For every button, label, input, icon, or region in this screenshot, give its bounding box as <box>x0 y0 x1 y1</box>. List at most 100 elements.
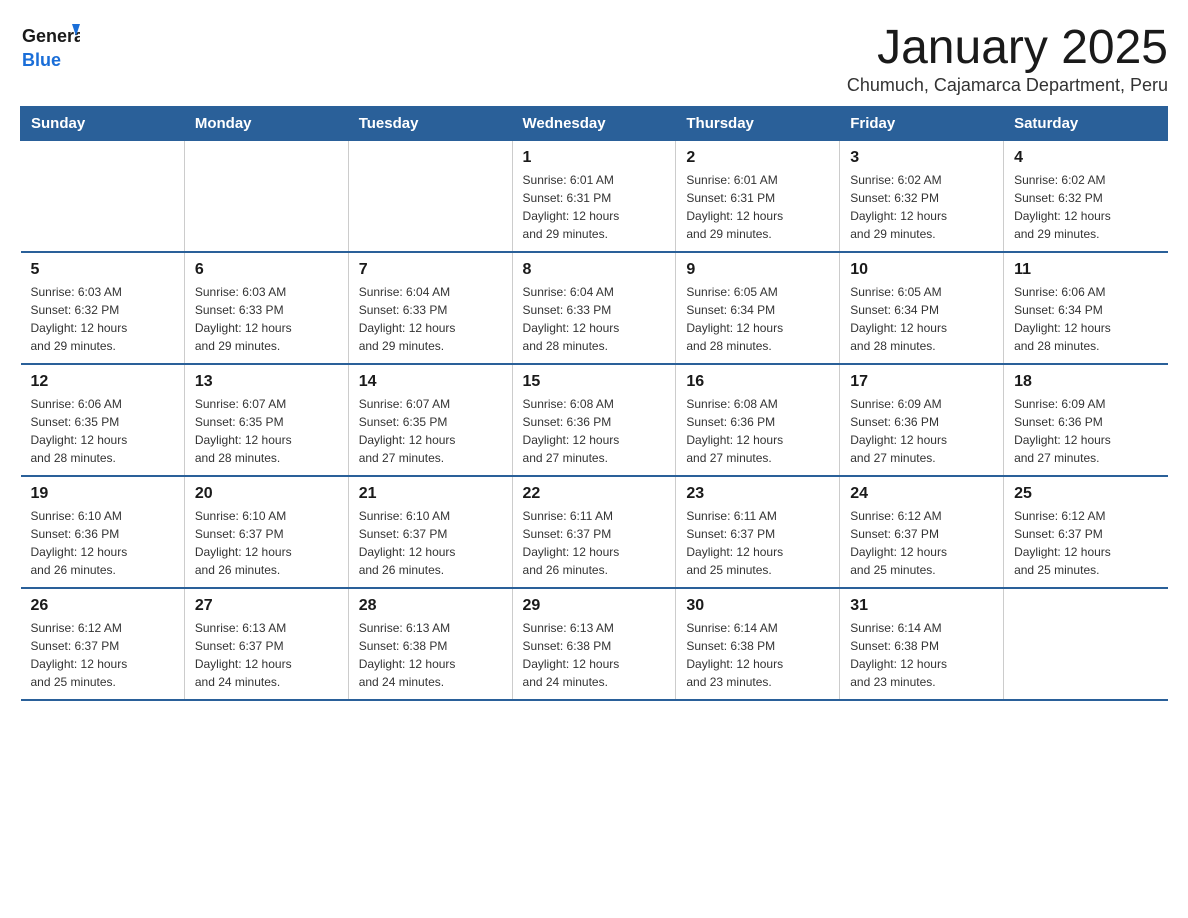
calendar-cell: 30Sunrise: 6:14 AMSunset: 6:38 PMDayligh… <box>676 588 840 700</box>
calendar-cell: 24 Sunrise: 6:12 AMSunset: 6:37 PMDayligh… <box>840 476 1004 588</box>
week-row-5: 26 Sunrise: 6:12 AMSunset: 6:37 PMDayligh… <box>21 588 1168 700</box>
day-info: Sunrise: 6:06 AMSunset: 6:35 PMDaylight:… <box>31 395 174 467</box>
day-number: 2 <box>686 149 829 167</box>
day-number: 24 <box>850 485 993 503</box>
calendar-cell: 3 Sunrise: 6:02 AMSunset: 6:32 PMDaylight… <box>840 141 1004 253</box>
header-monday: Monday <box>184 107 348 141</box>
day-info: Sunrise: 6:09 AMSunset: 6:36 PMDaylight:… <box>850 395 993 467</box>
calendar-cell <box>184 141 348 253</box>
day-info: Sunrise: 6:13 AMSunset: 6:38 PMDaylight:… <box>359 619 502 691</box>
week-row-1: 1 Sunrise: 6:01 AMSunset: 6:31 PMDaylight… <box>21 141 1168 253</box>
header-sunday: Sunday <box>21 107 185 141</box>
calendar-cell: 16 Sunrise: 6:08 AMSunset: 6:36 PMDayligh… <box>676 364 840 476</box>
day-number: 9 <box>686 261 829 279</box>
header-wednesday: Wednesday <box>512 107 676 141</box>
day-info: Sunrise: 6:12 AMSunset: 6:37 PMDaylight:… <box>850 507 993 579</box>
calendar-cell: 20 Sunrise: 6:10 AMSunset: 6:37 PMDayligh… <box>184 476 348 588</box>
day-number: 15 <box>523 373 666 391</box>
day-number: 8 <box>523 261 666 279</box>
day-number: 18 <box>1014 373 1157 391</box>
day-number: 29 <box>523 597 666 615</box>
calendar-cell: 10Sunrise: 6:05 AMSunset: 6:34 PMDayligh… <box>840 252 1004 364</box>
calendar-cell: 18 Sunrise: 6:09 AMSunset: 6:36 PMDayligh… <box>1004 364 1168 476</box>
day-number: 27 <box>195 597 338 615</box>
day-number: 31 <box>850 597 993 615</box>
day-number: 1 <box>523 149 666 167</box>
day-number: 25 <box>1014 485 1157 503</box>
calendar-cell: 6 Sunrise: 6:03 AMSunset: 6:33 PMDaylight… <box>184 252 348 364</box>
day-number: 5 <box>31 261 174 279</box>
day-info: Sunrise: 6:02 AMSunset: 6:32 PMDaylight:… <box>1014 171 1157 243</box>
day-info: Sunrise: 6:05 AMSunset: 6:34 PMDaylight:… <box>850 283 993 355</box>
day-info: Sunrise: 6:08 AMSunset: 6:36 PMDaylight:… <box>523 395 666 467</box>
day-info: Sunrise: 6:10 AMSunset: 6:36 PMDaylight:… <box>31 507 174 579</box>
day-number: 28 <box>359 597 502 615</box>
calendar-cell: 5 Sunrise: 6:03 AMSunset: 6:32 PMDaylight… <box>21 252 185 364</box>
day-number: 23 <box>686 485 829 503</box>
title-area: January 2025 Chumuch, Cajamarca Departme… <box>847 20 1168 96</box>
day-number: 3 <box>850 149 993 167</box>
calendar-cell: 7 Sunrise: 6:04 AMSunset: 6:33 PMDaylight… <box>348 252 512 364</box>
day-number: 7 <box>359 261 502 279</box>
calendar-cell: 14Sunrise: 6:07 AMSunset: 6:35 PMDayligh… <box>348 364 512 476</box>
day-info: Sunrise: 6:03 AMSunset: 6:32 PMDaylight:… <box>31 283 174 355</box>
calendar-cell <box>1004 588 1168 700</box>
calendar-cell: 29Sunrise: 6:13 AMSunset: 6:38 PMDayligh… <box>512 588 676 700</box>
calendar-cell: 9Sunrise: 6:05 AMSunset: 6:34 PMDaylight… <box>676 252 840 364</box>
day-number: 13 <box>195 373 338 391</box>
day-info: Sunrise: 6:01 AMSunset: 6:31 PMDaylight:… <box>686 171 829 243</box>
day-info: Sunrise: 6:11 AMSunset: 6:37 PMDaylight:… <box>523 507 666 579</box>
calendar-cell: 2 Sunrise: 6:01 AMSunset: 6:31 PMDaylight… <box>676 141 840 253</box>
day-number: 11 <box>1014 261 1157 279</box>
calendar-cell <box>348 141 512 253</box>
calendar-cell <box>21 141 185 253</box>
svg-text:General: General <box>22 26 80 46</box>
day-info: Sunrise: 6:03 AMSunset: 6:33 PMDaylight:… <box>195 283 338 355</box>
day-info: Sunrise: 6:10 AMSunset: 6:37 PMDaylight:… <box>195 507 338 579</box>
week-row-2: 5 Sunrise: 6:03 AMSunset: 6:32 PMDaylight… <box>21 252 1168 364</box>
week-row-4: 19Sunrise: 6:10 AMSunset: 6:36 PMDayligh… <box>21 476 1168 588</box>
day-number: 16 <box>686 373 829 391</box>
day-info: Sunrise: 6:08 AMSunset: 6:36 PMDaylight:… <box>686 395 829 467</box>
day-info: Sunrise: 6:09 AMSunset: 6:36 PMDaylight:… <box>1014 395 1157 467</box>
day-info: Sunrise: 6:14 AMSunset: 6:38 PMDaylight:… <box>686 619 829 691</box>
header-friday: Friday <box>840 107 1004 141</box>
day-number: 12 <box>31 373 174 391</box>
day-number: 20 <box>195 485 338 503</box>
day-number: 26 <box>31 597 174 615</box>
calendar-cell: 27 Sunrise: 6:13 AMSunset: 6:37 PMDayligh… <box>184 588 348 700</box>
header-thursday: Thursday <box>676 107 840 141</box>
calendar-cell: 25Sunrise: 6:12 AMSunset: 6:37 PMDayligh… <box>1004 476 1168 588</box>
calendar-cell: 28 Sunrise: 6:13 AMSunset: 6:38 PMDayligh… <box>348 588 512 700</box>
calendar-cell: 22Sunrise: 6:11 AMSunset: 6:37 PMDayligh… <box>512 476 676 588</box>
calendar-cell: 11 Sunrise: 6:06 AMSunset: 6:34 PMDayligh… <box>1004 252 1168 364</box>
calendar-cell: 12 Sunrise: 6:06 AMSunset: 6:35 PMDayligh… <box>21 364 185 476</box>
month-title: January 2025 <box>847 20 1168 75</box>
logo: General Blue <box>20 20 80 81</box>
calendar-cell: 17Sunrise: 6:09 AMSunset: 6:36 PMDayligh… <box>840 364 1004 476</box>
day-info: Sunrise: 6:13 AMSunset: 6:37 PMDaylight:… <box>195 619 338 691</box>
page-header: General Blue January 2025 Chumuch, Cajam… <box>20 20 1168 96</box>
day-number: 21 <box>359 485 502 503</box>
day-info: Sunrise: 6:14 AMSunset: 6:38 PMDaylight:… <box>850 619 993 691</box>
location-title: Chumuch, Cajamarca Department, Peru <box>847 75 1168 96</box>
day-number: 4 <box>1014 149 1157 167</box>
calendar-cell: 31 Sunrise: 6:14 AMSunset: 6:38 PMDayligh… <box>840 588 1004 700</box>
day-info: Sunrise: 6:04 AMSunset: 6:33 PMDaylight:… <box>359 283 502 355</box>
day-info: Sunrise: 6:07 AMSunset: 6:35 PMDaylight:… <box>195 395 338 467</box>
calendar-cell: 19Sunrise: 6:10 AMSunset: 6:36 PMDayligh… <box>21 476 185 588</box>
day-info: Sunrise: 6:10 AMSunset: 6:37 PMDaylight:… <box>359 507 502 579</box>
day-info: Sunrise: 6:12 AMSunset: 6:37 PMDaylight:… <box>31 619 174 691</box>
svg-text:Blue: Blue <box>22 50 61 70</box>
calendar-cell: 26 Sunrise: 6:12 AMSunset: 6:37 PMDayligh… <box>21 588 185 700</box>
day-info: Sunrise: 6:06 AMSunset: 6:34 PMDaylight:… <box>1014 283 1157 355</box>
day-info: Sunrise: 6:01 AMSunset: 6:31 PMDaylight:… <box>523 171 666 243</box>
calendar-cell: 4 Sunrise: 6:02 AMSunset: 6:32 PMDaylight… <box>1004 141 1168 253</box>
header-tuesday: Tuesday <box>348 107 512 141</box>
day-number: 14 <box>359 373 502 391</box>
day-info: Sunrise: 6:02 AMSunset: 6:32 PMDaylight:… <box>850 171 993 243</box>
calendar-cell: 21 Sunrise: 6:10 AMSunset: 6:37 PMDayligh… <box>348 476 512 588</box>
day-info: Sunrise: 6:11 AMSunset: 6:37 PMDaylight:… <box>686 507 829 579</box>
day-number: 6 <box>195 261 338 279</box>
calendar-cell: 8Sunrise: 6:04 AMSunset: 6:33 PMDaylight… <box>512 252 676 364</box>
